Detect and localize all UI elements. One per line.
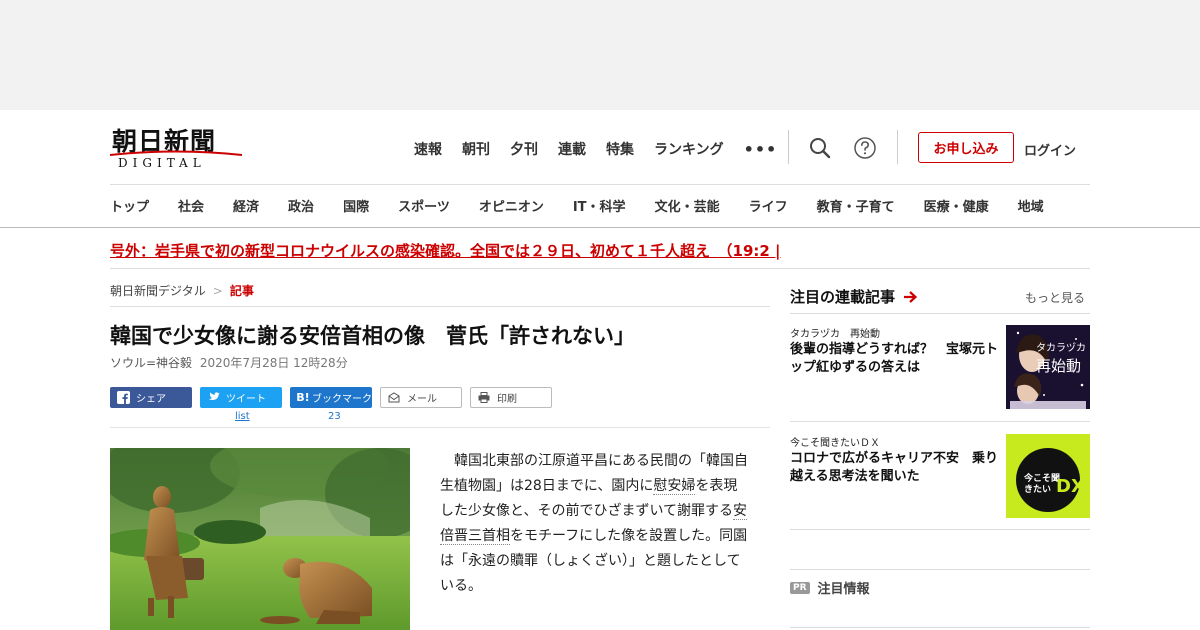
twitter-bird-icon bbox=[206, 391, 220, 405]
tweet-button[interactable]: ツイート bbox=[200, 387, 282, 408]
tweet-label: ツイート bbox=[226, 394, 266, 405]
hatena-bookmark-label: ブックマーク bbox=[312, 394, 372, 405]
link-comfort-women[interactable]: 慰安婦 bbox=[653, 478, 696, 495]
article-headline: 韓国で少女像に謝る安倍首相の像 菅氏「許されない」 bbox=[110, 324, 635, 348]
aside-divider bbox=[790, 421, 1090, 422]
print-button[interactable]: 印刷 bbox=[470, 387, 552, 408]
nav-item-rensai[interactable]: 連載 bbox=[558, 139, 586, 159]
article-byline: ソウル=神谷毅 2020年7月28日 12時28分 bbox=[110, 354, 348, 371]
aside-divider bbox=[790, 627, 1090, 628]
aside-divider bbox=[790, 569, 1090, 570]
mail-share-label: メール bbox=[407, 394, 437, 405]
category-region[interactable]: 地域 bbox=[1018, 196, 1044, 215]
series-card-title[interactable]: コロナで広がるキャリア不安 乗り越える思考法を聞いた bbox=[790, 450, 1002, 486]
thumbnail-title: DX bbox=[1056, 476, 1085, 497]
series-card-kicker: タカラヅカ 再始動 bbox=[790, 329, 880, 340]
tweet-count[interactable]: list bbox=[235, 411, 250, 422]
print-label: 印刷 bbox=[497, 394, 517, 405]
series-card-thumbnail[interactable]: 今こそ聞きたい DX bbox=[1006, 434, 1090, 518]
hatena-bookmark-count[interactable]: 23 bbox=[328, 411, 341, 422]
series-card-title[interactable]: 後輩の指導どうすれば？ 宝塚元トップ紅ゆずるの答えは bbox=[790, 341, 1002, 377]
series-card[interactable]: 今こそ聞きたいＤＸ コロナで広がるキャリア不安 乗り越える思考法を聞いた 今こそ… bbox=[790, 434, 1090, 518]
category-opinion[interactable]: オピニオン bbox=[479, 196, 544, 215]
category-culture[interactable]: 文化・芸能 bbox=[655, 196, 720, 215]
nav-item-ranking[interactable]: ランキング bbox=[654, 139, 724, 159]
category-education[interactable]: 教育・子育て bbox=[817, 196, 895, 215]
header-divider bbox=[110, 184, 1090, 185]
nav-item-tokushu[interactable]: 特集 bbox=[606, 139, 634, 159]
featured-series-title: 注目の連載記事 bbox=[790, 288, 896, 306]
category-life[interactable]: ライフ bbox=[749, 196, 788, 215]
breadcrumb-divider bbox=[110, 306, 770, 307]
series-card-thumbnail[interactable]: タカラヅカ 再始動 bbox=[1006, 325, 1090, 409]
nav-item-sokuho[interactable]: 速報 bbox=[414, 139, 442, 159]
breadcrumb-home[interactable]: 朝日新聞デジタル bbox=[110, 284, 206, 298]
article-divider bbox=[110, 427, 770, 428]
help-icon[interactable] bbox=[853, 136, 877, 160]
ad-banner-area bbox=[0, 0, 1200, 110]
hatena-bookmark-button[interactable]: B! ブックマーク bbox=[290, 387, 372, 408]
top-nav: 速報 朝刊 夕刊 連載 特集 ランキング ••• bbox=[414, 139, 777, 159]
series-card[interactable]: タカラヅカ 再始動 後輩の指導どうすれば？ 宝塚元トップ紅ゆずるの答えは タカラ… bbox=[790, 325, 1090, 409]
subscribe-button[interactable]: お申し込み bbox=[918, 132, 1014, 163]
nav-item-choukan[interactable]: 朝刊 bbox=[462, 139, 490, 159]
more-menu-icon[interactable]: ••• bbox=[744, 140, 778, 159]
mail-icon bbox=[387, 391, 401, 405]
login-link[interactable]: ログイン bbox=[1024, 140, 1076, 159]
category-sports[interactable]: スポーツ bbox=[398, 196, 450, 215]
aside-divider bbox=[790, 313, 1090, 314]
aside-divider bbox=[790, 529, 1090, 530]
category-society[interactable]: 社会 bbox=[178, 196, 204, 215]
featured-series-heading[interactable]: 注目の連載記事 bbox=[790, 286, 918, 307]
facebook-share-label: シェア bbox=[136, 394, 166, 405]
breadcrumb-current[interactable]: 記事 bbox=[230, 284, 254, 298]
nav-item-yukan[interactable]: 夕刊 bbox=[510, 139, 538, 159]
hatena-bookmark-icon: B! bbox=[296, 391, 310, 404]
thumbnail-title: 再始動 bbox=[1036, 357, 1082, 375]
breadcrumb-separator: > bbox=[212, 284, 223, 298]
article-photo[interactable] bbox=[110, 448, 410, 630]
search-icon[interactable] bbox=[808, 136, 832, 160]
category-top[interactable]: トップ bbox=[110, 196, 149, 215]
facebook-share-button[interactable]: シェア bbox=[110, 387, 192, 408]
sponsored-info-label: 注目情報 bbox=[817, 582, 870, 597]
see-more-link[interactable]: もっと見る bbox=[1025, 289, 1085, 306]
category-international[interactable]: 国際 bbox=[343, 196, 369, 215]
sponsored-info[interactable]: PR 注目情報 bbox=[790, 578, 870, 597]
breaking-divider bbox=[110, 268, 1090, 269]
print-icon bbox=[477, 391, 491, 405]
article-date: 2020年7月28日 12時28分 bbox=[199, 356, 348, 370]
category-it-science[interactable]: IT・科学 bbox=[573, 196, 626, 215]
category-nav: トップ 社会 経済 政治 国際 スポーツ オピニオン IT・科学 文化・芸能 ラ… bbox=[110, 196, 1044, 215]
site-logo[interactable]: 朝日新聞 DIGITAL bbox=[110, 122, 242, 172]
nav-divider bbox=[897, 130, 898, 164]
series-card-kicker: 今こそ聞きたいＤＸ bbox=[790, 438, 880, 449]
article-body: 韓国北東部の江原道平昌にある民間の「韓国自生植物園」は28日までに、園内に慰安婦… bbox=[440, 449, 750, 599]
breaking-news-ticker[interactable]: 号外：岩手県で初の新型コロナウイルスの感染確認。全国では２９日、初めて１千人超え… bbox=[110, 240, 1090, 261]
arrow-right-icon bbox=[904, 291, 918, 303]
logo-subtitle: DIGITAL bbox=[118, 156, 206, 170]
thumbnail-caption: タカラヅカ bbox=[1036, 343, 1086, 354]
mail-share-button[interactable]: メール bbox=[380, 387, 462, 408]
facebook-icon bbox=[116, 391, 130, 405]
breadcrumb: 朝日新聞デジタル > 記事 bbox=[110, 282, 254, 299]
pr-badge: PR bbox=[790, 581, 810, 594]
article-author: ソウル=神谷毅 bbox=[110, 356, 193, 370]
category-economy[interactable]: 経済 bbox=[233, 196, 259, 215]
category-health[interactable]: 医療・健康 bbox=[924, 196, 989, 215]
site-header: 朝日新聞 DIGITAL 速報 朝刊 夕刊 連載 特集 ランキング ••• お申… bbox=[0, 110, 1200, 228]
nav-divider bbox=[788, 130, 789, 164]
category-politics[interactable]: 政治 bbox=[288, 196, 314, 215]
